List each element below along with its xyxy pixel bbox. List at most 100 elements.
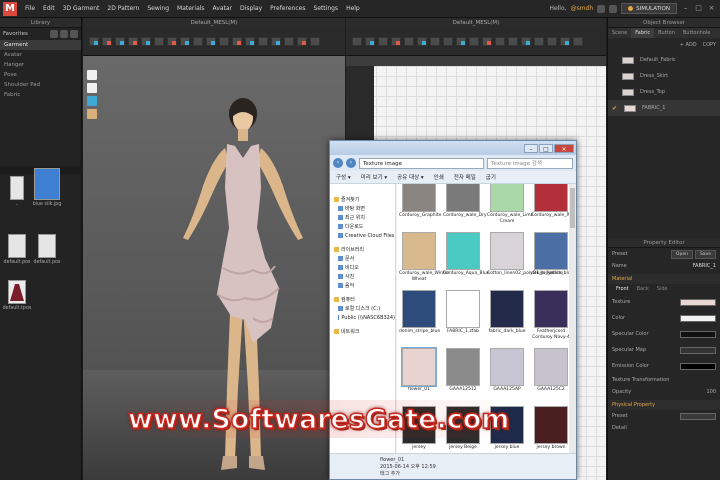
list-view-icon[interactable] <box>60 30 68 38</box>
texture-thumbnail[interactable]: Featherjcord Corduroy Navy-4 <box>531 290 571 341</box>
cloud-icon[interactable] <box>609 4 618 13</box>
texture-thumbnail[interactable]: Corduroy_wale_Lime Cream <box>487 184 533 225</box>
minimize-icon[interactable]: – <box>681 4 690 13</box>
menu-settings[interactable]: Settings <box>309 5 342 12</box>
move-tool-icon[interactable] <box>102 37 112 46</box>
nav-item[interactable]: 다운로드 <box>330 222 395 231</box>
tab-buttonhole[interactable]: Buttonhole <box>679 28 714 38</box>
texture-thumbnail[interactable]: Cotton_linen02_polyO1_Jollywhite <box>487 232 563 277</box>
library-item-fabric[interactable]: Fabric <box>0 90 81 100</box>
subtab-back[interactable]: Back <box>637 286 649 292</box>
notification-icon[interactable] <box>597 4 606 13</box>
view-avatar-icon[interactable] <box>87 96 97 106</box>
menu-display[interactable]: Display <box>236 5 266 12</box>
file-tile-default-tpos[interactable]: default.tpos <box>2 280 32 311</box>
address-path[interactable]: Texture image <box>359 157 484 169</box>
material-section[interactable]: Material <box>608 274 720 284</box>
nav-group[interactable]: 즐겨찾기 <box>330 195 395 204</box>
grain-icon[interactable] <box>495 37 505 46</box>
check-sewing-icon[interactable] <box>482 37 492 46</box>
graphic-tool-icon[interactable] <box>284 37 294 46</box>
pattern-select-icon[interactable] <box>352 37 362 46</box>
texture-thumbnail[interactable]: denim_stripe_blue <box>399 290 440 335</box>
nav-item[interactable]: 비디오 <box>330 263 395 272</box>
fabric-item-dress-top[interactable]: Dress_Top <box>608 84 720 100</box>
garment-tool-icon[interactable] <box>167 37 177 46</box>
library-item-avatar[interactable]: Avatar <box>0 50 81 60</box>
polygon-icon[interactable] <box>378 37 388 46</box>
explorer-maximize-icon[interactable]: □ <box>539 143 553 153</box>
menu-materials[interactable]: Materials <box>173 5 209 12</box>
back-icon[interactable]: ‹ <box>333 158 343 168</box>
select-tool-icon[interactable] <box>89 37 99 46</box>
shirt-tool-icon[interactable] <box>232 37 242 46</box>
close-icon[interactable]: × <box>707 4 716 13</box>
tack-tool-icon[interactable] <box>141 37 151 46</box>
nav-item[interactable]: 문서 <box>330 254 395 263</box>
favorites-label[interactable]: Favorites <box>3 31 28 37</box>
menu-edit[interactable]: Edit <box>39 5 59 12</box>
texture-thumbnail[interactable]: Corduroy_wale_Winter Wheat <box>399 232 449 283</box>
nav-item[interactable]: 최근 위치 <box>330 213 395 222</box>
specular-map-swatch[interactable] <box>680 346 716 354</box>
cmd-share[interactable]: 공유 대상 ▾ <box>397 173 424 181</box>
segment-sewing-icon[interactable] <box>456 37 466 46</box>
internal-line-icon[interactable] <box>417 37 427 46</box>
nav-item[interactable]: 사진 <box>330 272 395 281</box>
open-button[interactable]: Open <box>670 249 693 259</box>
file-tile-default-pos-1[interactable]: default.pos <box>2 234 32 265</box>
cmd-print[interactable]: 인쇄 <box>434 173 444 181</box>
tab-scene[interactable]: Scene <box>608 28 631 38</box>
arrange-tool-icon[interactable] <box>154 37 164 46</box>
texture-transform-row[interactable]: Texture Transformation <box>608 374 720 386</box>
nav-item[interactable]: 로컬 디스크 (C:) <box>330 304 395 313</box>
explorer-search-input[interactable]: Texture image 검색 <box>487 157 573 169</box>
forward-icon[interactable]: › <box>346 158 356 168</box>
menu-avatar[interactable]: Avatar <box>209 5 236 12</box>
menu-sewing[interactable]: Sewing <box>143 5 173 12</box>
texture-thumbnail[interactable]: Corduroy_Graphite <box>399 184 441 219</box>
mirror-icon[interactable] <box>547 37 557 46</box>
explorer-minimize-icon[interactable]: – <box>524 143 538 153</box>
view-front-icon[interactable] <box>87 70 97 80</box>
grid-view-icon[interactable] <box>70 30 78 38</box>
menu-2d-pattern[interactable]: 2D Pattern <box>103 5 143 12</box>
button-tool-icon[interactable] <box>193 37 203 46</box>
texture-thumbnail[interactable]: Corduroy_Aqua_Blue <box>443 232 489 277</box>
physical-section[interactable]: Physical Property <box>608 400 720 410</box>
emission-color-swatch[interactable] <box>680 362 716 370</box>
opacity-value[interactable]: 100 <box>706 389 716 395</box>
menu-preferences[interactable]: Preferences <box>266 5 309 12</box>
trace-icon[interactable] <box>521 37 531 46</box>
nav-group[interactable]: 컴퓨터 <box>330 295 395 304</box>
circle-icon[interactable] <box>404 37 414 46</box>
color-swatch[interactable] <box>680 314 716 322</box>
explorer-close-icon[interactable]: × <box>554 143 574 153</box>
menu-help[interactable]: Help <box>342 5 364 12</box>
name-field[interactable]: FABRIC_1 <box>693 263 716 269</box>
fabric-item-fabric-1[interactable]: ✔ FABRIC_1 <box>608 100 720 116</box>
view-skin-icon[interactable] <box>87 109 97 119</box>
brush-tool-icon[interactable] <box>245 37 255 46</box>
fold-tool-icon[interactable] <box>128 37 138 46</box>
rectangle-icon[interactable] <box>391 37 401 46</box>
user-name[interactable]: @smdh <box>571 5 594 12</box>
file-tile-default-pos-2[interactable]: default.pos <box>32 234 62 265</box>
menu-file[interactable]: File <box>21 5 39 12</box>
texture-thumbnail[interactable]: GAAA12512 <box>443 348 483 393</box>
details-tag-hint[interactable]: 태그 추가 <box>380 470 528 477</box>
texture-thumbnail[interactable]: jersey brown <box>531 406 571 451</box>
specular-color-swatch[interactable] <box>680 330 716 338</box>
camera-tool-icon[interactable] <box>310 37 320 46</box>
dart-icon[interactable] <box>430 37 440 46</box>
edit-point-icon[interactable] <box>365 37 375 46</box>
explorer-scrollbar[interactable] <box>569 184 576 454</box>
cmd-organize[interactable]: 구성 ▾ <box>336 173 351 181</box>
texture-swatch[interactable] <box>680 298 716 306</box>
pleat-icon[interactable] <box>534 37 544 46</box>
nav-group[interactable]: 네트워크 <box>330 327 395 336</box>
cmd-email[interactable]: 전자 메일 <box>454 173 476 181</box>
texture-thumbnail[interactable]: fabric_dark_blue <box>487 290 527 335</box>
trim-tool-icon[interactable] <box>297 37 307 46</box>
add-folder-icon[interactable] <box>50 30 58 38</box>
